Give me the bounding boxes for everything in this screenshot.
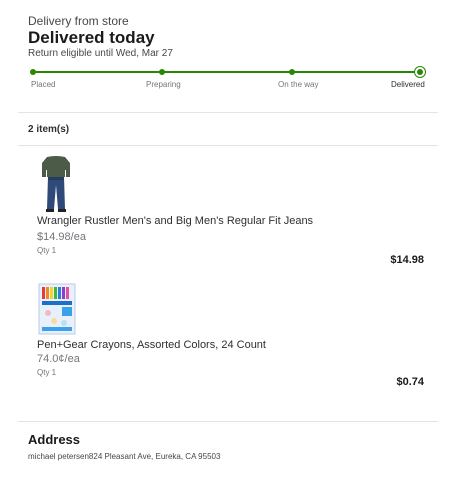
address-title: Address <box>28 432 81 447</box>
item-name[interactable]: Pen+Gear Crayons, Assorted Colors, 24 Co… <box>37 339 266 351</box>
item-quantity: Qty 1 <box>37 368 57 377</box>
divider <box>18 112 438 113</box>
step-label-preparing: Preparing <box>146 80 181 89</box>
step-dot-placed <box>30 69 36 75</box>
item-total: $0.74 <box>396 376 424 388</box>
items-count: 2 item(s) <box>28 124 70 135</box>
product-image-crayons[interactable] <box>38 283 76 335</box>
address-text: michael petersen824 Pleasant Ave, Eureka… <box>28 452 221 461</box>
product-image-jeans[interactable] <box>38 155 74 212</box>
progress-line <box>33 71 420 73</box>
delivery-status-title: Delivered today <box>28 28 155 47</box>
step-label-placed: Placed <box>31 80 56 89</box>
item-total: $14.98 <box>390 254 424 266</box>
delivery-source-label: Delivery from store <box>28 14 129 28</box>
step-dot-on-the-way <box>289 69 295 75</box>
divider <box>18 421 438 422</box>
item-quantity: Qty 1 <box>37 246 57 255</box>
divider <box>18 145 438 146</box>
return-eligibility-note: Return eligible until Wed, Mar 27 <box>28 48 173 59</box>
step-label-on-the-way: On the way <box>278 80 319 89</box>
item-name[interactable]: Wrangler Rustler Men's and Big Men's Reg… <box>37 215 313 227</box>
item-unit-price: $14.98/ea <box>37 231 86 243</box>
step-dot-preparing <box>159 69 165 75</box>
step-label-delivered: Delivered <box>391 80 425 89</box>
item-unit-price: 74.0¢/ea <box>37 353 80 365</box>
step-dot-delivered <box>414 66 426 78</box>
